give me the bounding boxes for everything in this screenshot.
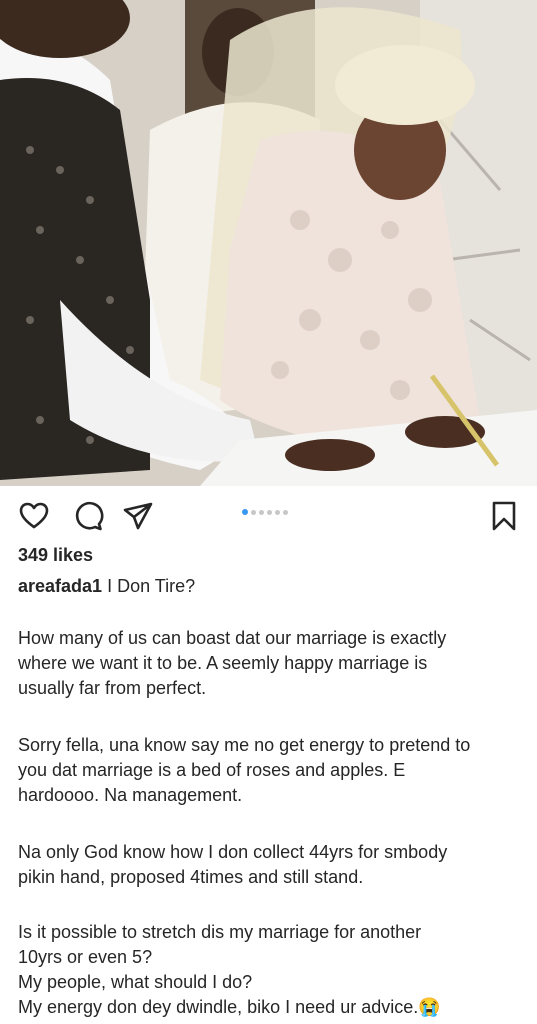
comment-icon[interactable] — [72, 500, 104, 532]
caption-header: areafada1 I Don Tire? — [18, 576, 195, 597]
caption-paragraph: Sorry fella, una know say me no get ener… — [18, 735, 471, 805]
caption-paragraph: How many of us can boast dat our marriag… — [18, 628, 447, 698]
carousel-dot — [251, 509, 256, 515]
carousel-dot — [283, 509, 288, 515]
carousel-dot — [267, 509, 272, 515]
action-bar — [0, 486, 537, 542]
post-photo[interactable] — [0, 0, 537, 486]
carousel-indicator — [242, 509, 288, 515]
carousel-dot — [259, 509, 264, 515]
carousel-dot — [275, 509, 280, 515]
caption-paragraph: Is it possible to stretch dis my marriag… — [18, 922, 441, 1017]
heart-icon[interactable] — [18, 500, 50, 532]
carousel-dot — [242, 509, 248, 515]
caption-paragraph: Na only God know how I don collect 44yrs… — [18, 842, 448, 887]
username[interactable]: areafada1 — [18, 576, 102, 596]
wedding-photo-illustration — [0, 0, 537, 486]
bookmark-icon[interactable] — [488, 500, 520, 532]
caption-title: I Don Tire? — [102, 576, 196, 596]
paper-plane-icon[interactable] — [122, 500, 154, 532]
like-count[interactable]: 349 likes — [18, 545, 93, 566]
